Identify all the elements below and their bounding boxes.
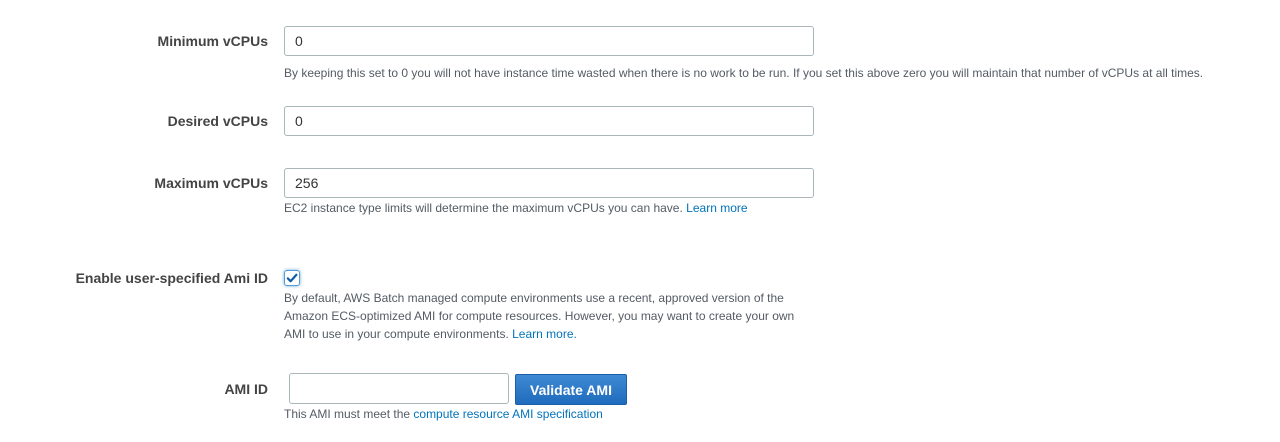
compute-environment-form: Minimum vCPUs By keeping this set to 0 y… bbox=[0, 0, 1280, 442]
max-vcpus-help: EC2 instance type limits will determine … bbox=[284, 199, 748, 217]
user-ami-label: Enable user-specified Ami ID bbox=[75, 270, 268, 286]
desired-vcpus-input[interactable] bbox=[284, 106, 814, 136]
checkmark-icon bbox=[286, 273, 298, 283]
max-vcpus-input[interactable] bbox=[284, 168, 814, 198]
user-ami-help-line2: Amazon ECS-optimized AMI for compute res… bbox=[284, 309, 795, 323]
max-vcpus-help-text: EC2 instance type limits will determine … bbox=[284, 201, 683, 215]
ami-id-help: This AMI must meet the compute resource … bbox=[284, 405, 603, 423]
user-ami-help-line1: By default, AWS Batch managed compute en… bbox=[284, 291, 784, 305]
ami-id-help-text: This AMI must meet the bbox=[284, 407, 411, 421]
ami-id-label: AMI ID bbox=[224, 381, 268, 397]
user-ami-learn-more-link[interactable]: Learn more. bbox=[512, 327, 577, 341]
user-ami-help-line3-text: AMI to use in your compute environments. bbox=[284, 327, 509, 341]
ami-id-input[interactable] bbox=[289, 373, 509, 404]
max-vcpus-label: Maximum vCPUs bbox=[154, 175, 268, 191]
desired-vcpus-label: Desired vCPUs bbox=[167, 113, 268, 129]
min-vcpus-input[interactable] bbox=[284, 26, 814, 56]
user-ami-checkbox[interactable] bbox=[284, 270, 300, 286]
min-vcpus-help: By keeping this set to 0 you will not ha… bbox=[284, 66, 1204, 80]
ami-spec-link[interactable]: compute resource AMI specification bbox=[413, 407, 602, 421]
user-ami-help: By default, AWS Batch managed compute en… bbox=[284, 289, 794, 343]
min-vcpus-label: Minimum vCPUs bbox=[157, 33, 268, 49]
max-vcpus-learn-more-link[interactable]: Learn more bbox=[686, 201, 747, 215]
validate-ami-button[interactable]: Validate AMI bbox=[515, 374, 627, 405]
user-ami-help-line3: AMI to use in your compute environments.… bbox=[284, 325, 794, 343]
